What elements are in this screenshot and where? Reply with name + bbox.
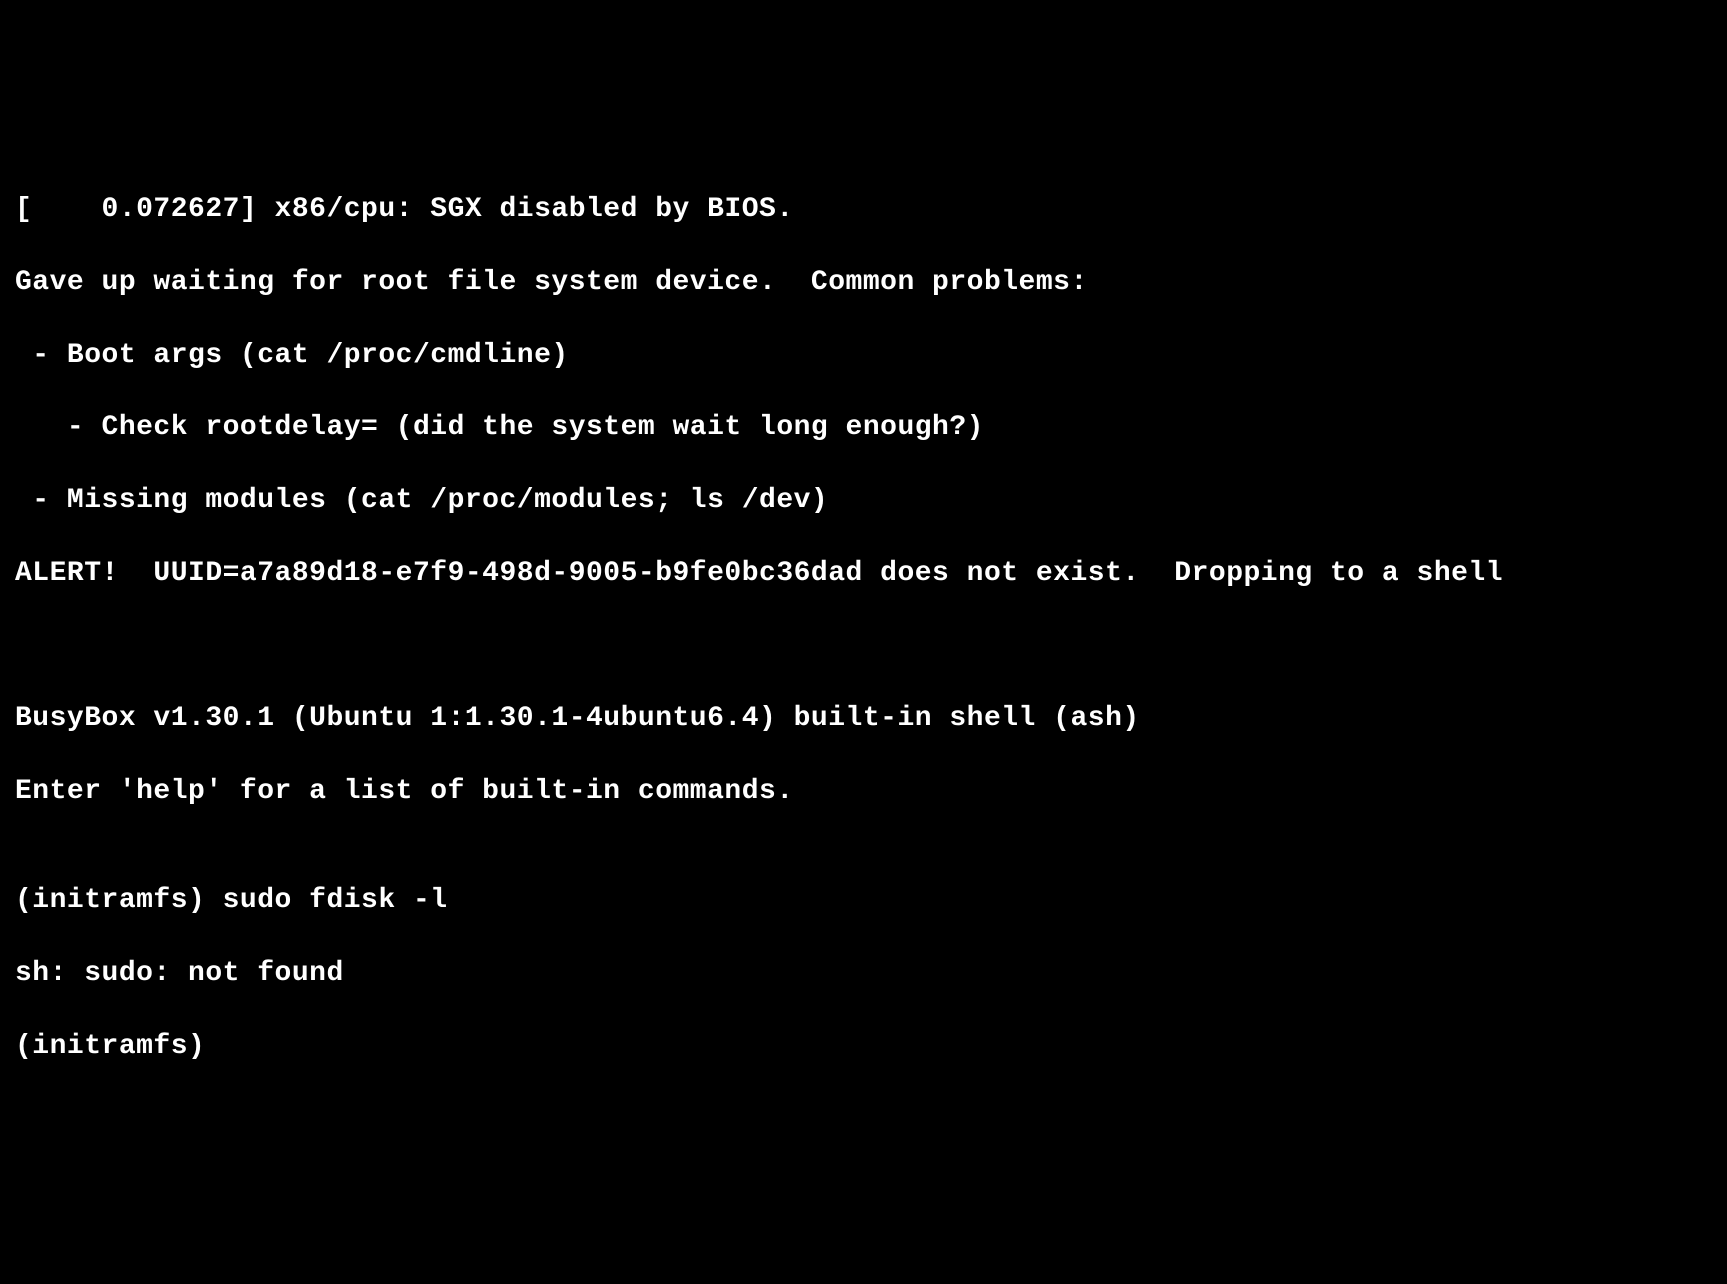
error-output-line: sh: sudo: not found xyxy=(15,956,1712,992)
command-history-line: (initramfs) sudo fdisk -l xyxy=(15,883,1712,919)
boot-hint-line: - Check rootdelay= (did the system wait … xyxy=(15,410,1712,446)
help-hint-line: Enter 'help' for a list of built-in comm… xyxy=(15,774,1712,810)
boot-error-line: Gave up waiting for root file system dev… xyxy=(15,265,1712,301)
terminal-output: [ 0.072627] x86/cpu: SGX disabled by BIO… xyxy=(15,156,1712,1102)
shell-prompt: (initramfs) xyxy=(15,1029,223,1065)
boot-hint-line: - Boot args (cat /proc/cmdline) xyxy=(15,338,1712,374)
kernel-log-line: [ 0.072627] x86/cpu: SGX disabled by BIO… xyxy=(15,192,1712,228)
busybox-banner-line: BusyBox v1.30.1 (Ubuntu 1:1.30.1-4ubuntu… xyxy=(15,701,1712,737)
boot-hint-line: - Missing modules (cat /proc/modules; ls… xyxy=(15,483,1712,519)
active-prompt-line[interactable]: (initramfs) xyxy=(15,1029,1712,1065)
alert-line: ALERT! UUID=a7a89d18-e7f9-498d-9005-b9fe… xyxy=(15,556,1712,592)
